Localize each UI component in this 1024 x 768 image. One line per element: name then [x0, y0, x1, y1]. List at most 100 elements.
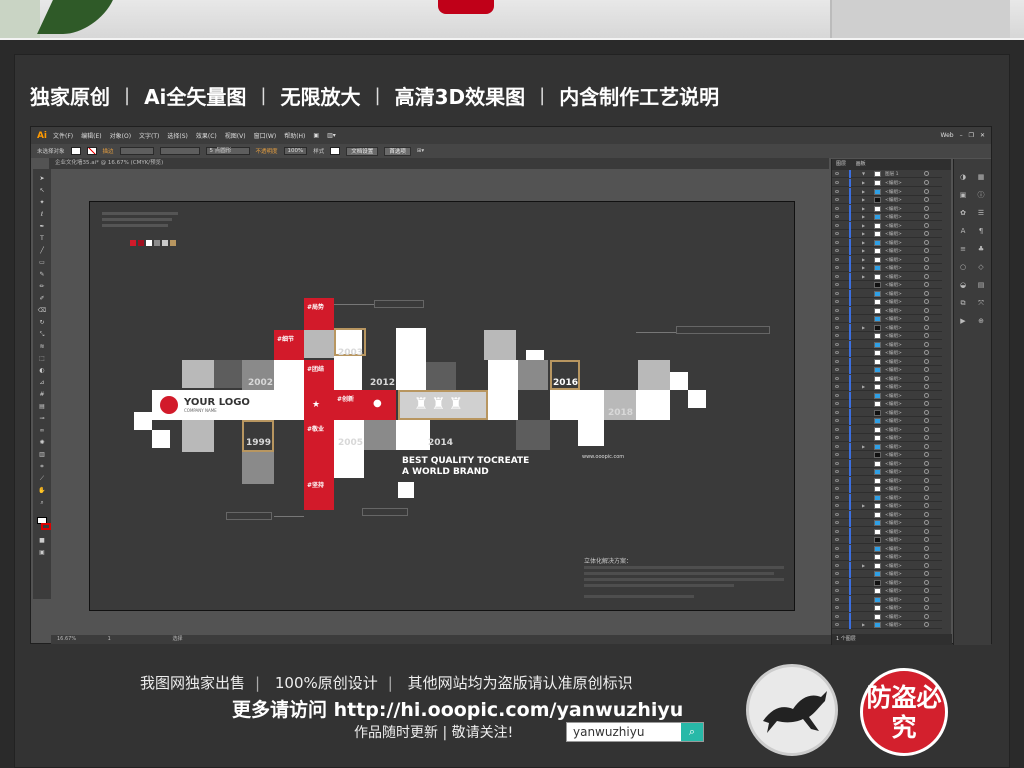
document-setup-button[interactable]: 文档设置 — [346, 146, 379, 156]
layer-row[interactable]: <编组> — [832, 553, 942, 562]
visibility-icon[interactable] — [835, 359, 839, 363]
layer-row[interactable]: <编组> — [832, 468, 942, 477]
visibility-icon[interactable] — [835, 189, 839, 193]
target-icon[interactable] — [924, 341, 929, 347]
target-icon[interactable] — [924, 265, 929, 270]
layer-row[interactable]: <编组> — [832, 349, 942, 358]
menu-edit[interactable]: 编辑(E) — [81, 131, 101, 140]
visibility-icon[interactable] — [835, 317, 839, 320]
brushes-icon[interactable]: ✿ — [958, 209, 968, 217]
magic-wand-icon[interactable]: ✦ — [37, 199, 47, 206]
layer-row[interactable]: <编组> — [832, 570, 942, 579]
layer-row[interactable]: <编组> — [832, 612, 942, 621]
visibility-icon[interactable] — [835, 529, 839, 533]
gradient-icon[interactable]: ▤ — [37, 403, 47, 410]
color-icon[interactable]: ◑ — [958, 173, 968, 181]
visibility-icon[interactable] — [835, 198, 839, 201]
warp-icon[interactable]: ≋ — [37, 343, 47, 350]
visibility-icon[interactable] — [835, 419, 839, 422]
visibility-icon[interactable] — [835, 563, 839, 567]
layer-row[interactable]: <编组> — [832, 604, 942, 613]
layer-row[interactable]: ▶ <编组> — [832, 621, 942, 630]
layer-row[interactable]: <编组> — [832, 459, 942, 468]
visibility-icon[interactable] — [835, 215, 839, 218]
visibility-icon[interactable] — [835, 283, 839, 286]
target-icon[interactable] — [924, 222, 929, 228]
target-icon[interactable] — [924, 426, 929, 432]
bridge-icon[interactable]: ▣ — [313, 132, 319, 139]
zoom-icon[interactable]: ⌕ — [37, 499, 47, 506]
target-icon[interactable] — [924, 486, 929, 491]
visibility-icon[interactable] — [835, 325, 839, 329]
target-icon[interactable] — [924, 588, 929, 593]
target-icon[interactable] — [924, 316, 929, 321]
target-icon[interactable] — [924, 248, 929, 253]
target-icon[interactable] — [924, 613, 929, 619]
search-box[interactable]: yanwuzhiyu ⌕ — [566, 722, 704, 742]
close-icon[interactable]: ✕ — [980, 132, 985, 139]
target-icon[interactable] — [924, 443, 929, 449]
mesh-icon[interactable]: # — [37, 391, 47, 398]
stroke-swatch[interactable] — [86, 147, 97, 155]
expand-icon[interactable]: ▶ — [862, 265, 865, 270]
stroke-panel-icon[interactable]: ≡ — [958, 245, 968, 253]
visibility-icon[interactable] — [835, 504, 839, 507]
visibility-icon[interactable] — [835, 308, 839, 312]
layer-row[interactable]: ▶ <编组> — [832, 204, 942, 213]
target-icon[interactable] — [924, 375, 929, 381]
blob-brush-icon[interactable]: ✐ — [37, 295, 47, 302]
expand-icon[interactable]: ▶ — [862, 223, 865, 228]
visibility-icon[interactable] — [835, 606, 839, 609]
expand-icon[interactable]: ▶ — [862, 206, 865, 211]
target-icon[interactable] — [924, 367, 929, 372]
arrange-icon[interactable]: ▥▾ — [327, 132, 336, 139]
menu-help[interactable]: 帮助(H) — [284, 131, 305, 140]
expand-icon[interactable]: ▶ — [862, 444, 865, 449]
gradient-panel-icon[interactable]: ▤ — [976, 281, 986, 289]
direct-selection-icon[interactable]: ↖ — [37, 187, 47, 194]
promo-url[interactable]: 更多请访问 http://hi.ooopic.com/yanwuzhiyu — [232, 695, 683, 722]
visibility-icon[interactable] — [835, 402, 839, 405]
target-icon[interactable] — [924, 503, 929, 508]
layer-row[interactable]: <编组> — [832, 408, 942, 417]
layer-row-top[interactable]: ▼ 图层 1 — [832, 170, 942, 179]
target-icon[interactable] — [924, 282, 929, 287]
layer-row[interactable]: <编组> — [832, 417, 942, 426]
lasso-icon[interactable]: ℓ — [37, 211, 47, 218]
stroke-weight-field[interactable] — [119, 147, 154, 155]
expand-icon[interactable]: ▶ — [862, 622, 865, 627]
visibility-icon[interactable] — [835, 614, 839, 618]
target-icon[interactable] — [924, 333, 929, 338]
layer-row[interactable]: <编组> — [832, 578, 942, 587]
visibility-icon[interactable] — [835, 351, 839, 354]
target-icon[interactable] — [924, 537, 929, 542]
target-icon[interactable] — [924, 511, 929, 517]
visibility-icon[interactable] — [835, 589, 839, 592]
layer-row[interactable]: ▶ <编组> — [832, 264, 942, 273]
layer-row[interactable]: <编组> — [832, 357, 942, 366]
target-icon[interactable] — [924, 494, 929, 500]
visibility-icon[interactable] — [835, 232, 839, 235]
target-icon[interactable] — [924, 520, 929, 525]
layer-row[interactable]: <编组> — [832, 281, 942, 290]
target-icon[interactable] — [924, 299, 929, 304]
target-icon[interactable] — [924, 231, 929, 236]
layer-row[interactable]: <编组> — [832, 527, 942, 536]
visibility-icon[interactable] — [835, 206, 839, 210]
visibility-icon[interactable] — [835, 572, 839, 575]
layer-row[interactable]: ▶ <编组> — [832, 213, 942, 222]
target-icon[interactable] — [924, 452, 929, 457]
target-icon[interactable] — [924, 622, 929, 627]
visibility-icon[interactable] — [835, 393, 839, 397]
expand-icon[interactable]: ▶ — [862, 563, 865, 568]
tab-layers[interactable]: 图层 — [836, 161, 846, 167]
restore-icon[interactable]: ❐ — [969, 132, 974, 139]
free-transform-icon[interactable]: ⬚ — [37, 355, 47, 362]
layer-row[interactable]: <编组> — [832, 476, 942, 485]
expand-icon[interactable]: ▼ — [862, 171, 865, 176]
workspace-switcher[interactable]: Web — [940, 132, 953, 139]
layer-row[interactable]: ▶ <编组> — [832, 323, 942, 332]
layer-row[interactable]: <编组> — [832, 306, 942, 315]
visibility-icon[interactable] — [835, 240, 839, 244]
style-swatch[interactable] — [330, 147, 341, 155]
